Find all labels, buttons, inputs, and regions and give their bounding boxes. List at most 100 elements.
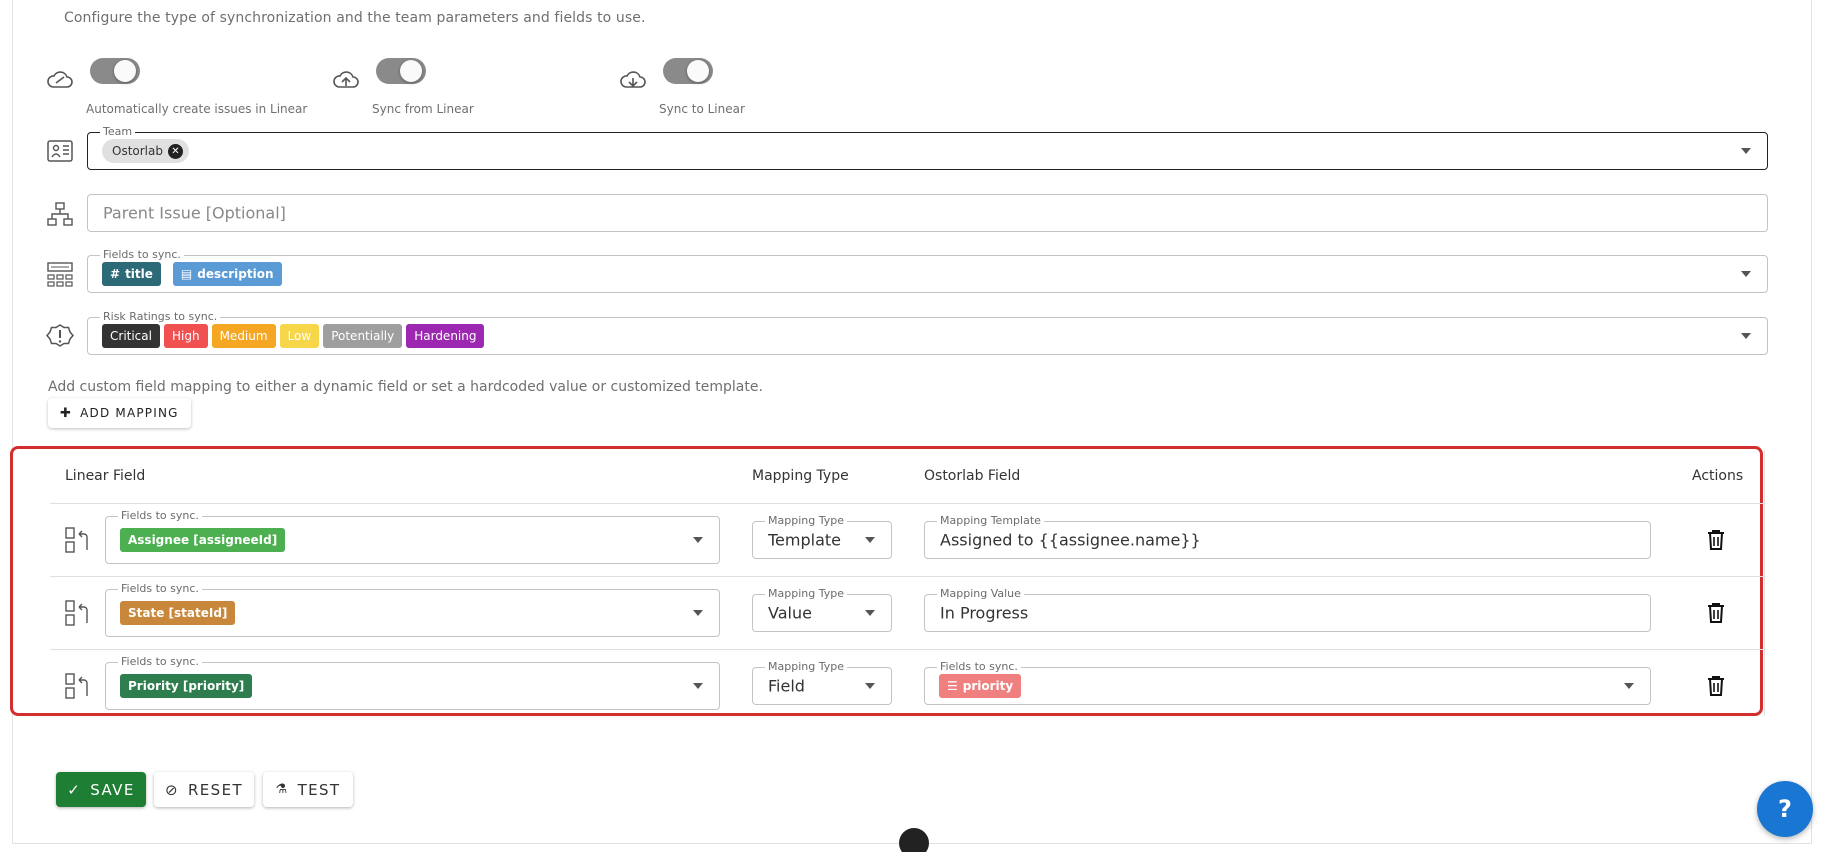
linear-field-legend: Fields to sync. <box>118 655 202 669</box>
mapping-type-value: Field <box>768 676 805 696</box>
section-description: Configure the type of synchronization an… <box>64 10 646 26</box>
risk-chip-critical: Critical <box>102 324 160 348</box>
chevron-down-icon[interactable] <box>1741 148 1751 154</box>
linear-field-legend: Fields to sync. <box>118 509 202 523</box>
team-chip-label: Ostorlab <box>112 144 163 158</box>
risk-ratings-select[interactable]: Risk Ratings to sync. Critical High Medi… <box>87 310 1768 355</box>
risk-alert-icon <box>46 324 74 347</box>
fields-legend: Fields to sync. <box>100 248 184 262</box>
linear-field-chip: State [stateId] <box>120 601 236 625</box>
chevron-down-icon[interactable] <box>1741 333 1751 339</box>
delete-icon[interactable] <box>1706 602 1726 624</box>
mapping-value-legend: Mapping Value <box>937 587 1024 601</box>
mapping-type-legend: Mapping Type <box>765 587 847 601</box>
team-chip: Ostorlab ✕ <box>102 139 189 163</box>
swap-mapping-icon <box>65 600 88 626</box>
row-divider <box>50 503 1765 504</box>
custom-mapping-note: Add custom field mapping to either a dyn… <box>48 379 763 395</box>
chevron-down-icon[interactable] <box>693 537 703 543</box>
hierarchy-icon <box>47 202 73 226</box>
mapping-template-input[interactable]: Mapping Template Assigned to {{assignee.… <box>924 514 1651 559</box>
mapping-type-select[interactable]: Mapping Type Value <box>752 587 892 632</box>
mapping-type-value: Template <box>768 530 842 550</box>
text-icon: ▤ <box>180 267 193 281</box>
reset-label: RESET <box>187 780 244 799</box>
linear-field-select[interactable]: Fields to sync. State [stateId] <box>105 582 720 637</box>
test-button[interactable]: ⚗ TEST <box>263 772 353 807</box>
auto-create-label: Automatically create issues in Linear <box>86 102 308 116</box>
mapping-type-value: Value <box>768 603 812 623</box>
test-tube-icon: ⚗ <box>275 782 289 797</box>
help-button[interactable]: ? <box>1757 781 1813 837</box>
delete-icon[interactable] <box>1706 529 1726 551</box>
ostorlab-field-select[interactable]: Fields to sync. ☰ priority <box>924 660 1651 705</box>
chevron-down-icon[interactable] <box>865 683 875 689</box>
fields-icon <box>47 262 73 287</box>
ostorlab-field-chip-label: priority <box>962 679 1014 693</box>
mapping-value-value: In Progress <box>940 603 1029 623</box>
mapping-value-input[interactable]: Mapping Value In Progress <box>924 587 1651 632</box>
cloud-sync-icon <box>47 71 73 88</box>
mapping-type-select[interactable]: Mapping Type Template <box>752 514 892 559</box>
sync-to-label: Sync to Linear <box>659 102 745 116</box>
sync-settings-card <box>12 0 1812 844</box>
swap-mapping-icon <box>65 673 88 699</box>
header-linear-field: Linear Field <box>65 468 146 484</box>
risk-chip-high: High <box>163 324 208 348</box>
chevron-down-icon[interactable] <box>865 610 875 616</box>
risk-chip-medium: Medium <box>211 324 276 348</box>
field-chip-description: ▤ description <box>172 262 282 286</box>
list-icon: ☰ <box>947 679 958 693</box>
mapping-template-legend: Mapping Template <box>937 514 1044 528</box>
risk-chip-hardening: Hardening <box>406 324 485 348</box>
swap-mapping-icon <box>65 527 88 553</box>
risk-chip-low: Low <box>279 324 320 348</box>
field-chip-description-label: description <box>197 267 274 281</box>
linear-field-chip: Priority [priority] <box>120 674 253 698</box>
parent-issue-input[interactable]: Parent Issue [Optional] <box>87 194 1768 232</box>
reset-button[interactable]: ⊘ RESET <box>154 772 254 807</box>
team-legend: Team <box>100 125 136 139</box>
team-icon <box>47 140 73 162</box>
plus-icon: ✚ <box>60 405 73 421</box>
save-button[interactable]: ✓ SAVE <box>56 772 146 807</box>
risk-chip-potentially: Potentially <box>323 324 403 348</box>
chevron-down-icon[interactable] <box>1624 683 1634 689</box>
team-select[interactable]: Team Ostorlab ✕ <box>87 125 1768 170</box>
field-chip-title: # title <box>102 262 161 286</box>
delete-icon[interactable] <box>1706 675 1726 697</box>
save-label: SAVE <box>90 780 135 799</box>
linear-field-legend: Fields to sync. <box>118 582 202 596</box>
linear-field-chip: Assignee [assigneeId] <box>120 528 286 552</box>
chevron-down-icon[interactable] <box>865 537 875 543</box>
mapping-type-legend: Mapping Type <box>765 660 847 674</box>
mapping-template-value: Assigned to {{assignee.name}} <box>940 530 1201 550</box>
chevron-down-icon[interactable] <box>693 683 703 689</box>
chevron-down-icon[interactable] <box>693 610 703 616</box>
field-chip-title-label: title <box>125 267 153 281</box>
chip-remove-icon[interactable]: ✕ <box>167 143 183 159</box>
ostorlab-field-chip: ☰ priority <box>939 674 1022 698</box>
mapping-type-legend: Mapping Type <box>765 514 847 528</box>
linear-field-select[interactable]: Fields to sync. Priority [priority] <box>105 655 720 710</box>
add-mapping-button[interactable]: ✚ ADD MAPPING <box>48 398 191 428</box>
cloud-download-icon <box>620 71 646 88</box>
ostorlab-field-legend: Fields to sync. <box>937 660 1021 674</box>
linear-field-select[interactable]: Fields to sync. Assignee [assigneeId] <box>105 509 720 564</box>
add-mapping-label: ADD MAPPING <box>80 406 179 420</box>
hash-icon: # <box>110 267 121 281</box>
auto-create-switch[interactable] <box>86 54 140 88</box>
fields-to-sync-select[interactable]: Fields to sync. # title ▤ description <box>87 248 1768 293</box>
devtools-badge[interactable] <box>899 828 929 852</box>
risk-legend: Risk Ratings to sync. <box>100 310 221 324</box>
sync-from-switch[interactable] <box>372 54 426 88</box>
mapping-type-select[interactable]: Mapping Type Field <box>752 660 892 705</box>
row-divider <box>50 649 1765 650</box>
cloud-upload-icon <box>333 71 359 88</box>
check-icon: ✓ <box>67 780 82 799</box>
sync-to-switch[interactable] <box>659 54 713 88</box>
chevron-down-icon[interactable] <box>1741 271 1751 277</box>
header-ostorlab-field: Ostorlab Field <box>924 468 1021 484</box>
parent-issue-placeholder: Parent Issue [Optional] <box>103 203 286 223</box>
header-mapping-type: Mapping Type <box>752 468 849 484</box>
